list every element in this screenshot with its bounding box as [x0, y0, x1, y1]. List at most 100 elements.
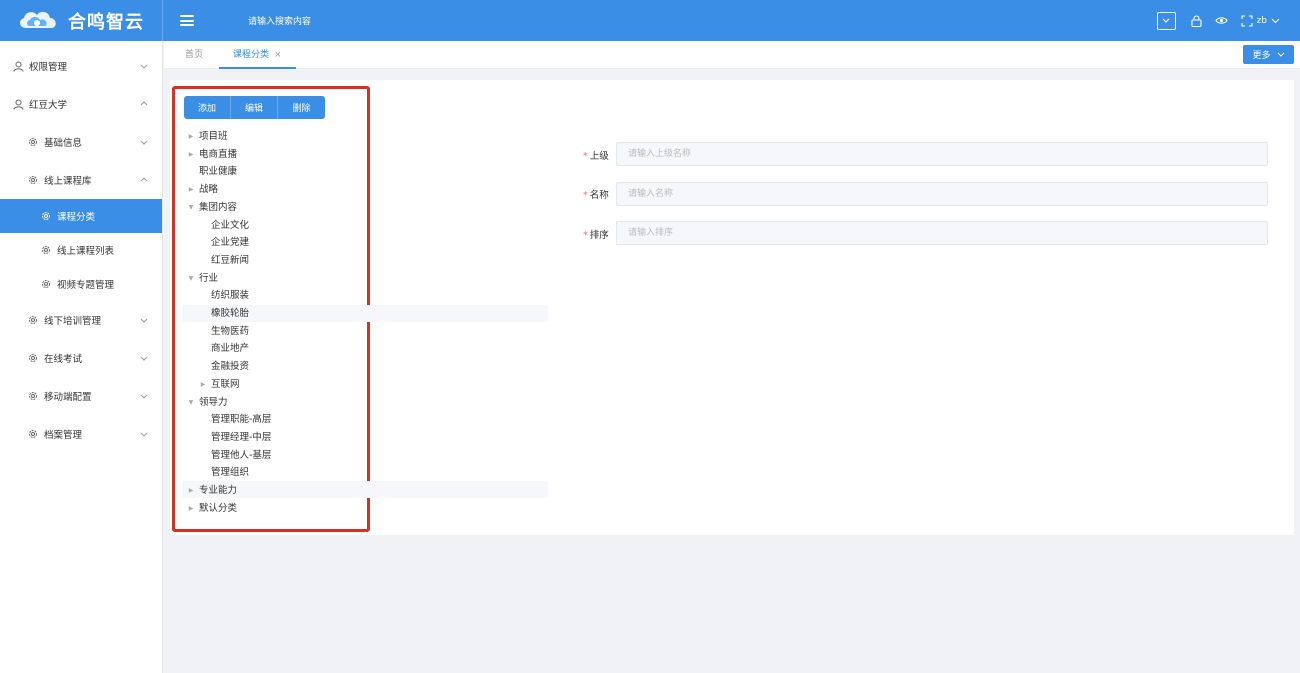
tree-node[interactable]: 纺织服装: [199, 287, 249, 304]
tree-toolbar: 添加 编辑 删除: [184, 96, 325, 119]
tree-node[interactable]: 金融投资: [199, 358, 249, 375]
sidebar-item-label: 线下培训管理: [44, 316, 102, 327]
tree-node[interactable]: 生物医药: [199, 323, 249, 340]
tree-node[interactable]: ▼ 集团内容: [187, 199, 237, 216]
user-icon: [13, 98, 25, 110]
fullscreen-icon[interactable]: [1241, 14, 1253, 27]
header-actions: zb: [1144, 0, 1280, 41]
name-input[interactable]: 请输入名称: [616, 182, 1268, 206]
dropdown-box-icon[interactable]: [1156, 11, 1176, 30]
sidebar-item-label: 移动端配置: [44, 392, 92, 403]
tree-node[interactable]: 管理组织: [199, 464, 249, 481]
tab-bar: 首页 课程分类 × 更多: [164, 41, 1300, 69]
caret-right-icon[interactable]: ▶: [187, 500, 195, 517]
chevron-down-icon[interactable]: [1271, 18, 1280, 24]
close-icon[interactable]: ×: [274, 50, 282, 60]
lock-icon[interactable]: [1191, 14, 1202, 27]
parent-input[interactable]: 请输入上级名称: [616, 142, 1268, 166]
user-name[interactable]: zb: [1257, 16, 1267, 26]
top-header: 合鸣智云 请输入搜索内容 zb: [0, 0, 1300, 41]
tree-node[interactable]: 商业地产: [199, 340, 249, 357]
tree-node[interactable]: 管理经理-中层: [199, 429, 271, 446]
tree-node[interactable]: ▶ 互联网: [199, 376, 240, 393]
gear-icon: [28, 428, 40, 440]
sidebar-item-permissions[interactable]: 权限管理: [0, 47, 162, 85]
tree-node[interactable]: 管理职能-高层: [199, 411, 271, 428]
add-button[interactable]: 添加: [184, 96, 231, 119]
tree-node[interactable]: ▶ 电商直播: [187, 146, 237, 163]
tree-node[interactable]: ▼ 领导力: [187, 394, 228, 411]
sort-input[interactable]: 请输入排序: [616, 221, 1268, 245]
delete-button[interactable]: 删除: [278, 96, 325, 119]
sidebar-item-online-course-library[interactable]: 线上课程库: [0, 161, 162, 199]
tree-node[interactable]: ▶ 战略: [187, 181, 218, 198]
tab-course-category[interactable]: 课程分类 ×: [219, 41, 296, 69]
tree-node[interactable]: 职业健康: [187, 163, 237, 180]
sidebar-item-offline-training[interactable]: 线下培训管理: [0, 301, 162, 339]
more-button-label: 更多: [1252, 51, 1271, 61]
tree-node-label: 项目班: [199, 131, 228, 142]
search-input[interactable]: 请输入搜索内容: [248, 14, 311, 27]
eye-icon[interactable]: [1214, 16, 1228, 25]
gear-icon: [28, 174, 40, 186]
caret-right-icon[interactable]: ▶: [187, 128, 195, 145]
caret-right-icon[interactable]: ▶: [187, 146, 195, 163]
tree-node[interactable]: 红豆新闻: [199, 252, 249, 269]
sidebar-item-video-topic[interactable]: 视频专题管理: [0, 267, 162, 301]
sidebar-item-online-course-list[interactable]: 线上课程列表: [0, 233, 162, 267]
required-mark: *: [583, 230, 588, 241]
tree-node-label: 战略: [199, 184, 219, 196]
tab-home[interactable]: 首页: [185, 41, 203, 69]
menu-toggle-icon[interactable]: [180, 15, 194, 26]
tree-node-label: 红豆新闻: [211, 254, 250, 266]
tree-node[interactable]: 橡胶轮胎: [199, 305, 249, 322]
tree-node-label: 管理职能-高层: [211, 414, 272, 426]
sidebar-item-label: 视频专题管理: [57, 280, 115, 291]
tree-node[interactable]: ▶ 项目班: [187, 128, 228, 145]
sort-label-text: 排序: [589, 230, 609, 241]
tab-label: 首页: [185, 50, 204, 60]
tree-node-label: 集团内容: [199, 201, 238, 213]
caret-right-icon[interactable]: ▶: [199, 376, 207, 393]
sidebar-item-online-exam[interactable]: 在线考试: [0, 339, 162, 377]
chevron-down-icon: [140, 356, 148, 361]
sidebar-item-label: 档案管理: [44, 430, 83, 441]
tree-node[interactable]: 企业党建: [199, 234, 249, 251]
sidebar-item-basic-info[interactable]: 基础信息: [0, 123, 162, 161]
caret-down-icon[interactable]: ▼: [187, 199, 195, 216]
sidebar-item-hongdou-university[interactable]: 红豆大学: [0, 85, 162, 123]
name-label: * 名称: [583, 187, 609, 201]
sidebar-item-mobile-config[interactable]: 移动端配置: [0, 377, 162, 415]
caret-down-icon[interactable]: ▼: [187, 270, 195, 287]
tree-node[interactable]: 管理他人-基层: [199, 447, 271, 464]
caret-right-icon[interactable]: ▶: [187, 181, 195, 198]
sort-label: * 排序: [583, 227, 609, 241]
chevron-down-icon: [140, 318, 148, 323]
tree-node-label: 职业健康: [199, 166, 238, 178]
sidebar-item-label: 课程分类: [57, 212, 96, 223]
cloud-logo-icon: [20, 11, 56, 28]
sidebar: 权限管理 红豆大学 基础信息 线上课程库 课程分类 线上课程列表 视频专题管理 …: [0, 41, 163, 673]
sidebar-item-archive[interactable]: 档案管理: [0, 415, 162, 453]
sidebar-item-label: 基础信息: [44, 138, 83, 149]
tree-node-label: 默认分类: [199, 502, 238, 514]
tree-node-label: 领导力: [199, 396, 228, 408]
sidebar-item-course-category[interactable]: 课程分类: [0, 199, 162, 233]
tree-node-label: 行业: [199, 272, 219, 284]
tree-node-label: 企业文化: [211, 219, 250, 231]
edit-button[interactable]: 编辑: [231, 96, 278, 119]
tree-node[interactable]: ▼ 行业: [187, 270, 218, 287]
logo: 合鸣智云: [0, 0, 163, 41]
tree-node[interactable]: 企业文化: [199, 217, 249, 234]
sidebar-item-label: 在线考试: [44, 354, 83, 365]
tree-node[interactable]: ▶ 默认分类: [187, 500, 237, 517]
sidebar-item-label: 线上课程库: [44, 176, 92, 187]
required-mark: *: [583, 151, 588, 162]
caret-right-icon[interactable]: ▶: [187, 482, 195, 499]
chevron-down-icon: [140, 394, 148, 399]
caret-down-icon[interactable]: ▼: [187, 394, 195, 411]
more-button[interactable]: 更多: [1243, 45, 1294, 64]
sidebar-item-label: 线上课程列表: [57, 246, 115, 257]
parent-label-text: 上级: [589, 151, 609, 162]
tree-node[interactable]: ▶ 专业能力: [187, 482, 237, 499]
